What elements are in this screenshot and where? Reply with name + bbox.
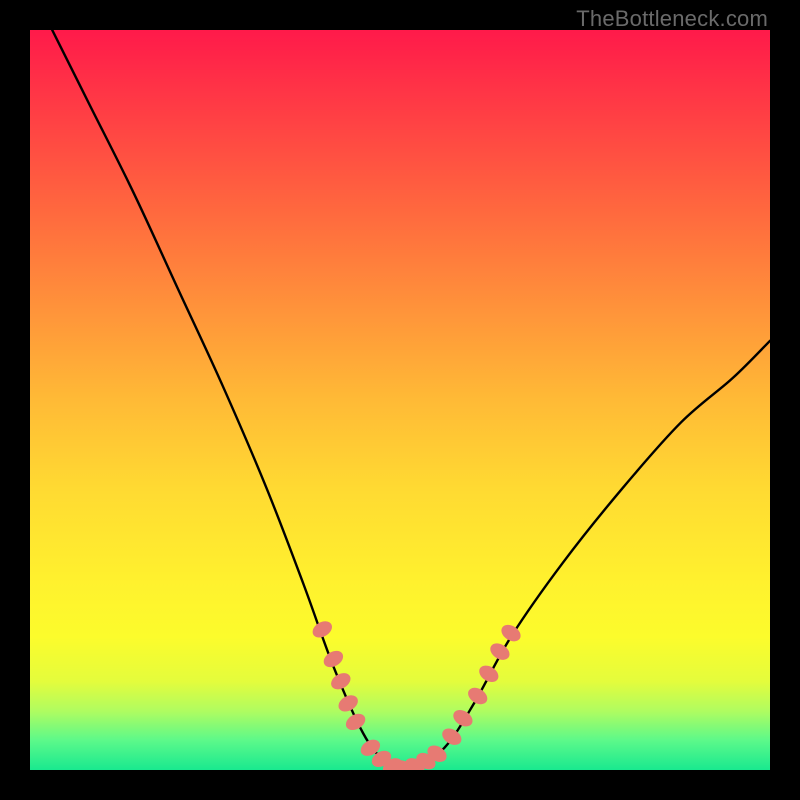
marker-group xyxy=(310,618,524,770)
data-marker xyxy=(450,707,475,730)
data-marker xyxy=(343,710,368,733)
data-marker xyxy=(465,684,490,707)
data-marker xyxy=(487,640,512,663)
data-marker xyxy=(439,725,464,748)
data-marker xyxy=(336,692,361,715)
bottleneck-curve xyxy=(52,30,770,770)
watermark-text: TheBottleneck.com xyxy=(576,6,768,32)
chart-svg xyxy=(30,30,770,770)
data-marker xyxy=(328,670,353,693)
data-marker xyxy=(476,662,501,685)
plot-gradient-area xyxy=(30,30,770,770)
